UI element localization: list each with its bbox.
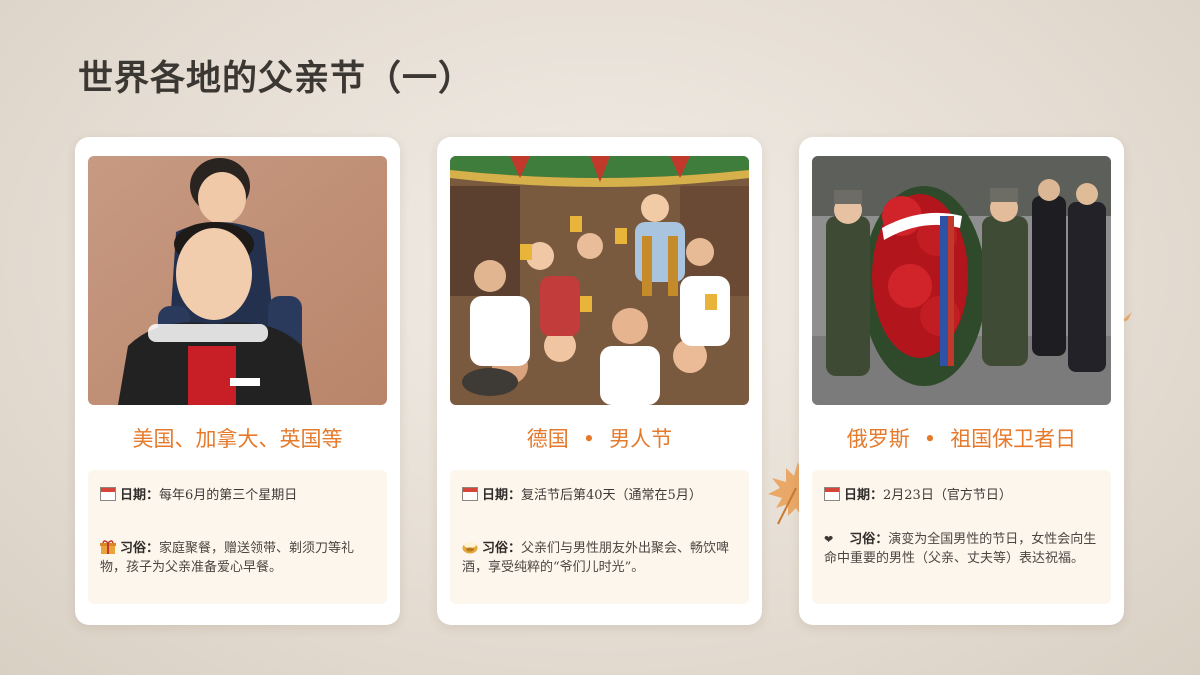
heading-separator: • <box>582 427 596 451</box>
info-panel: 日期：每年6月的第三个星期日 习俗：家庭聚餐，赠送领带、剃须刀等礼物，孩子为父亲… <box>88 470 387 604</box>
father-son-photo <box>88 156 387 405</box>
military-ceremony-photo <box>812 156 1111 405</box>
card-russia: 俄罗斯 • 祖国保卫者日 日期：2月23日（官方节日） ❤ 习俗：演变为全国男性的节日… <box>799 137 1124 625</box>
heading-holiday: 男人节 <box>609 427 673 451</box>
card-usa: 美国、加拿大、英国等 日期：每年6月的第三个星期日 习俗：家庭聚餐，赠送领带、剃… <box>75 137 400 625</box>
date-label: 日期： <box>120 488 160 503</box>
beer-festival-photo <box>450 156 749 405</box>
date-row: 日期：复活节后第40天（通常在5月） <box>462 486 740 505</box>
card-germany: 德国 • 男人节 日期：复活节后第40天（通常在5月） 习俗：父亲们与男性朋友外出聚… <box>437 137 762 625</box>
card-heading: 德国 • 男人节 <box>437 423 762 455</box>
custom-row: 习俗：父亲们与男性朋友外出聚会、畅饮啤酒，享受纯粹的“爷们儿时光”。 <box>462 539 740 577</box>
card-heading: 俄罗斯 • 祖国保卫者日 <box>799 423 1124 455</box>
calendar-icon <box>824 487 840 501</box>
calendar-icon <box>462 487 478 501</box>
gift-icon <box>100 540 116 554</box>
calendar-icon <box>100 487 116 501</box>
date-value: 复活节后第40天（通常在5月） <box>521 488 702 503</box>
heading-holiday: 祖国保卫者日 <box>950 427 1077 451</box>
custom-row: ❤ 习俗：演变为全国男性的节日，女性会向生命中重要的男性（父亲、丈夫等）表达祝福。 <box>824 530 1102 568</box>
date-value: 2月23日（官方节日） <box>883 488 1012 503</box>
heading-separator: • <box>923 427 937 451</box>
heart-icon: ❤ <box>824 533 834 546</box>
info-panel: 日期：2月23日（官方节日） ❤ 习俗：演变为全国男性的节日，女性会向生命中重要的… <box>812 470 1111 604</box>
heading-country: 德国 <box>526 427 569 451</box>
date-label: 日期： <box>844 488 884 503</box>
custom-label: 习俗： <box>849 532 889 547</box>
date-value: 每年6月的第三个星期日 <box>159 488 298 503</box>
card-heading: 美国、加拿大、英国等 <box>132 427 343 451</box>
heading-country: 俄罗斯 <box>846 427 910 451</box>
custom-label: 习俗： <box>482 541 522 556</box>
custom-label: 习俗： <box>120 541 160 556</box>
date-row: 日期：2月23日（官方节日） <box>824 486 1102 505</box>
info-panel: 日期：复活节后第40天（通常在5月） 习俗：父亲们与男性朋友外出聚会、畅饮啤酒，… <box>450 470 749 604</box>
date-label: 日期： <box>482 488 522 503</box>
date-row: 日期：每年6月的第三个星期日 <box>100 486 378 505</box>
page-title: 世界各地的父亲节（一） <box>78 58 475 99</box>
custom-row: 习俗：家庭聚餐，赠送领带、剃须刀等礼物，孩子为父亲准备爱心早餐。 <box>100 539 378 577</box>
beer-icon <box>462 542 478 554</box>
